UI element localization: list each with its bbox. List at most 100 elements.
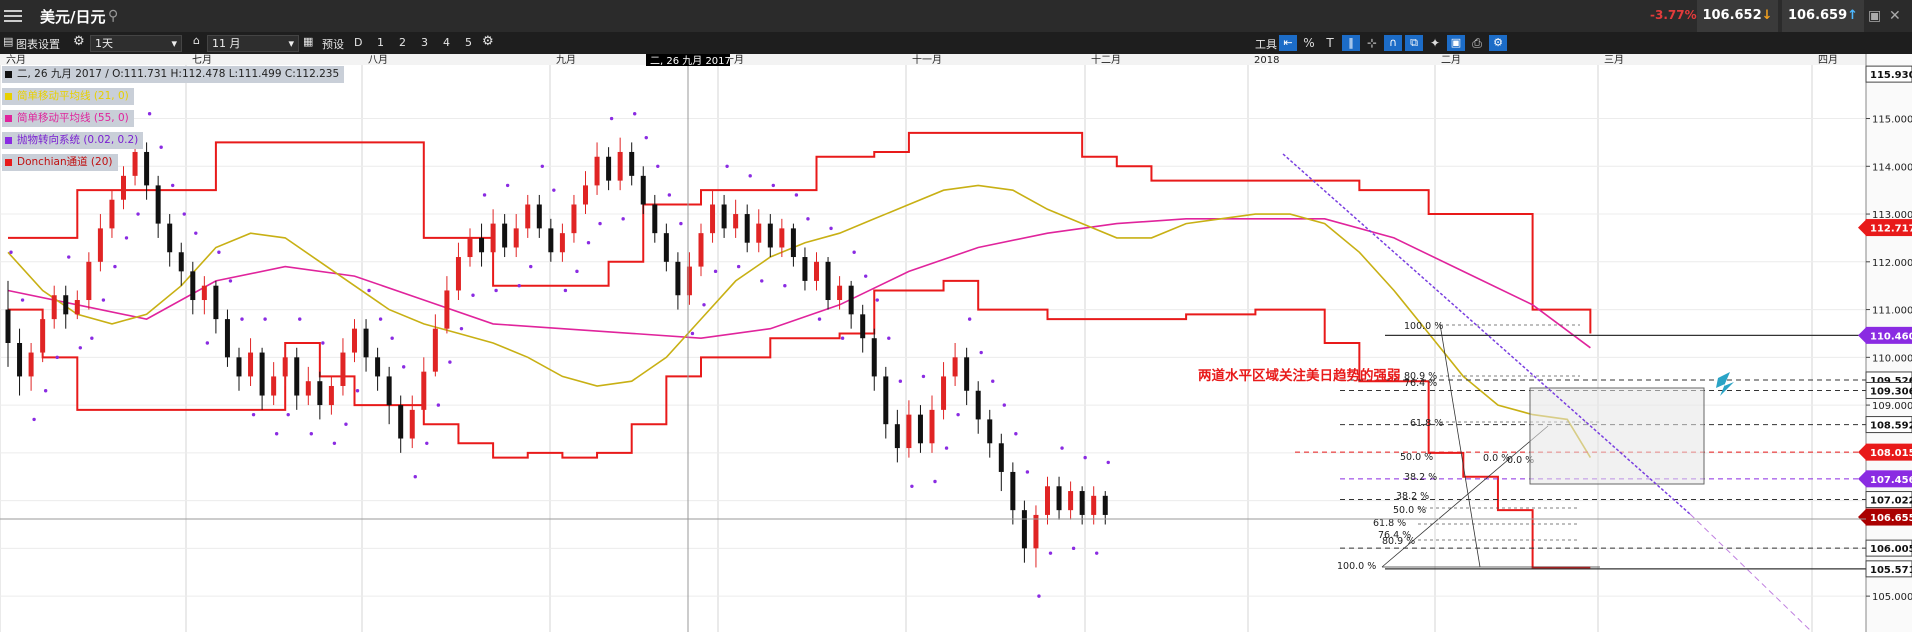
interval-select[interactable]: 1天 ▾ bbox=[90, 35, 182, 52]
magnet-icon[interactable]: ∩ bbox=[1384, 35, 1402, 51]
copy-icon[interactable]: ⧉ bbox=[1405, 35, 1423, 51]
preset-3[interactable]: 3 bbox=[421, 36, 428, 49]
candle-body bbox=[710, 204, 716, 234]
sar-dot bbox=[644, 135, 648, 140]
back-arrow-icon[interactable]: ⇤ bbox=[1279, 35, 1297, 51]
fib-label: 76.4 % bbox=[1404, 378, 1437, 389]
candle-body bbox=[571, 204, 577, 234]
candle-body bbox=[40, 319, 46, 353]
preset-4[interactable]: 4 bbox=[443, 36, 450, 49]
sar-dot bbox=[806, 217, 810, 221]
sar-dot bbox=[783, 283, 787, 288]
candle-body bbox=[1010, 471, 1016, 511]
search-icon[interactable]: ⚲ bbox=[108, 8, 118, 24]
calendar-icon[interactable]: ▦ bbox=[303, 35, 313, 48]
sar-dot bbox=[55, 355, 59, 360]
candle-body bbox=[559, 233, 565, 253]
fib-label: 50.0 % bbox=[1393, 505, 1426, 516]
chart-settings-label[interactable]: 图表设置 bbox=[16, 36, 60, 52]
percent-icon[interactable]: % bbox=[1300, 35, 1318, 51]
candle-body bbox=[386, 376, 392, 406]
legend-ma55[interactable]: 简单移动平均线 (55, 0) bbox=[2, 110, 134, 127]
grid-lines-icon[interactable]: ‖ bbox=[1342, 35, 1360, 51]
preset-1[interactable]: 1 bbox=[377, 36, 384, 49]
preset-d[interactable]: D bbox=[354, 36, 362, 49]
candle-body bbox=[467, 237, 473, 258]
sar-dot bbox=[367, 288, 371, 293]
chart-toolbar: ▤ 图表设置 ⚙ 1天 ▾ ⌂ 11 月 ▾ ▦ 预设 D 1 2 3 4 5 ⚙ … bbox=[0, 32, 1912, 54]
candle-body bbox=[802, 257, 808, 281]
candle-body bbox=[1091, 495, 1097, 515]
candle-body bbox=[663, 233, 669, 262]
menu-icon[interactable] bbox=[4, 7, 22, 25]
sar-dot bbox=[794, 193, 799, 197]
preset-gear-icon[interactable]: ⚙ bbox=[482, 34, 494, 49]
print-icon[interactable]: ⎙ bbox=[1468, 35, 1486, 51]
candle-body bbox=[894, 424, 900, 449]
consolidation-box bbox=[1529, 387, 1705, 485]
candle-body bbox=[328, 385, 334, 406]
link-icon[interactable]: ▣ bbox=[1447, 35, 1465, 51]
sar-dot bbox=[402, 365, 406, 369]
drawing-tool-icon[interactable]: ✦ bbox=[1426, 35, 1444, 51]
price-tick-label: 112.000 bbox=[1872, 258, 1912, 269]
candle-body bbox=[987, 419, 993, 444]
chevron-down-icon: ▾ bbox=[288, 37, 294, 50]
sar-dot bbox=[1071, 546, 1076, 551]
preset-5[interactable]: 5 bbox=[465, 36, 472, 49]
legend-sar-text: 抛物转向系统 (0.02, 0.2) bbox=[17, 134, 139, 146]
candle-body bbox=[941, 376, 947, 410]
candle-body bbox=[917, 414, 923, 444]
month-label: 二月 bbox=[1441, 54, 1461, 66]
candle-body bbox=[444, 290, 450, 329]
candle-body bbox=[721, 204, 727, 229]
price-tag-label: 112.717 bbox=[1870, 224, 1912, 235]
symbol-name[interactable]: 美元/日元 bbox=[40, 6, 105, 27]
preset-2[interactable]: 2 bbox=[399, 36, 406, 49]
crosshair-icon[interactable]: ⊹ bbox=[1363, 35, 1381, 51]
text-tool-icon[interactable]: T bbox=[1321, 35, 1339, 51]
candle-body bbox=[1033, 514, 1039, 549]
price-tag: 108.015 bbox=[1858, 443, 1912, 461]
sar-dot bbox=[864, 274, 868, 278]
candle-body bbox=[906, 414, 912, 449]
legend-donchian[interactable]: Donchian通道 (20) bbox=[2, 154, 118, 171]
candle-body bbox=[837, 285, 843, 301]
sar-dot bbox=[378, 317, 383, 321]
lock-icon[interactable]: ⌂ bbox=[193, 34, 200, 47]
ask-price-button[interactable]: 106.659↑ bbox=[1782, 0, 1864, 32]
settings-tool-icon[interactable]: ⚙ bbox=[1489, 35, 1507, 51]
candle-body bbox=[109, 199, 115, 229]
candle-body bbox=[294, 357, 300, 396]
legend-ma21-text: 简单移动平均线 (21, 0) bbox=[17, 90, 129, 102]
legend-sar[interactable]: 抛物转向系统 (0.02, 0.2) bbox=[2, 132, 144, 149]
gear-icon[interactable]: ⚙ bbox=[73, 34, 85, 49]
month-label: 十一月 bbox=[912, 54, 942, 66]
fib-label: 38.2 % bbox=[1396, 491, 1429, 502]
range-select[interactable]: 11 月 ▾ bbox=[207, 35, 299, 52]
close-icon[interactable]: ✕ bbox=[1889, 8, 1901, 24]
preset-label: 预设 bbox=[322, 38, 344, 51]
sar-dot bbox=[840, 336, 845, 340]
fib-label: 100.0 % bbox=[1337, 561, 1376, 572]
sar-dot bbox=[482, 193, 487, 197]
candle-body bbox=[779, 228, 785, 248]
legend-swatch bbox=[5, 70, 12, 78]
price-tag: 106.6555 bbox=[1858, 508, 1912, 526]
sar-dot bbox=[829, 226, 833, 231]
sar-dot bbox=[471, 293, 475, 297]
fib-label: 38.2 % bbox=[1404, 472, 1437, 483]
restore-icon[interactable]: ▣ bbox=[1868, 8, 1881, 24]
candle-body bbox=[155, 185, 161, 224]
price-tag: 106.005 bbox=[1865, 539, 1912, 557]
legend-ma21[interactable]: 简单移动平均线 (21, 0) bbox=[2, 88, 134, 105]
settings-panel-icon[interactable]: ▤ bbox=[3, 35, 13, 48]
bid-price-button[interactable]: 106.652↓ bbox=[1697, 0, 1778, 32]
sar-dot bbox=[690, 331, 695, 336]
legend-ohlc[interactable]: 二, 26 九月 2017 / O:111.731 H:112.478 L:11… bbox=[2, 66, 345, 83]
candle-body bbox=[121, 175, 126, 200]
sar-dot bbox=[563, 288, 568, 293]
sar-dot bbox=[101, 298, 106, 302]
price-chart[interactable]: 六月 七月 八月 九月 十月 十一月 十二月 2018 二月 三月 四月 100.0 %80.9 %… bbox=[0, 54, 1912, 632]
chevron-down-icon: ▾ bbox=[171, 37, 177, 50]
